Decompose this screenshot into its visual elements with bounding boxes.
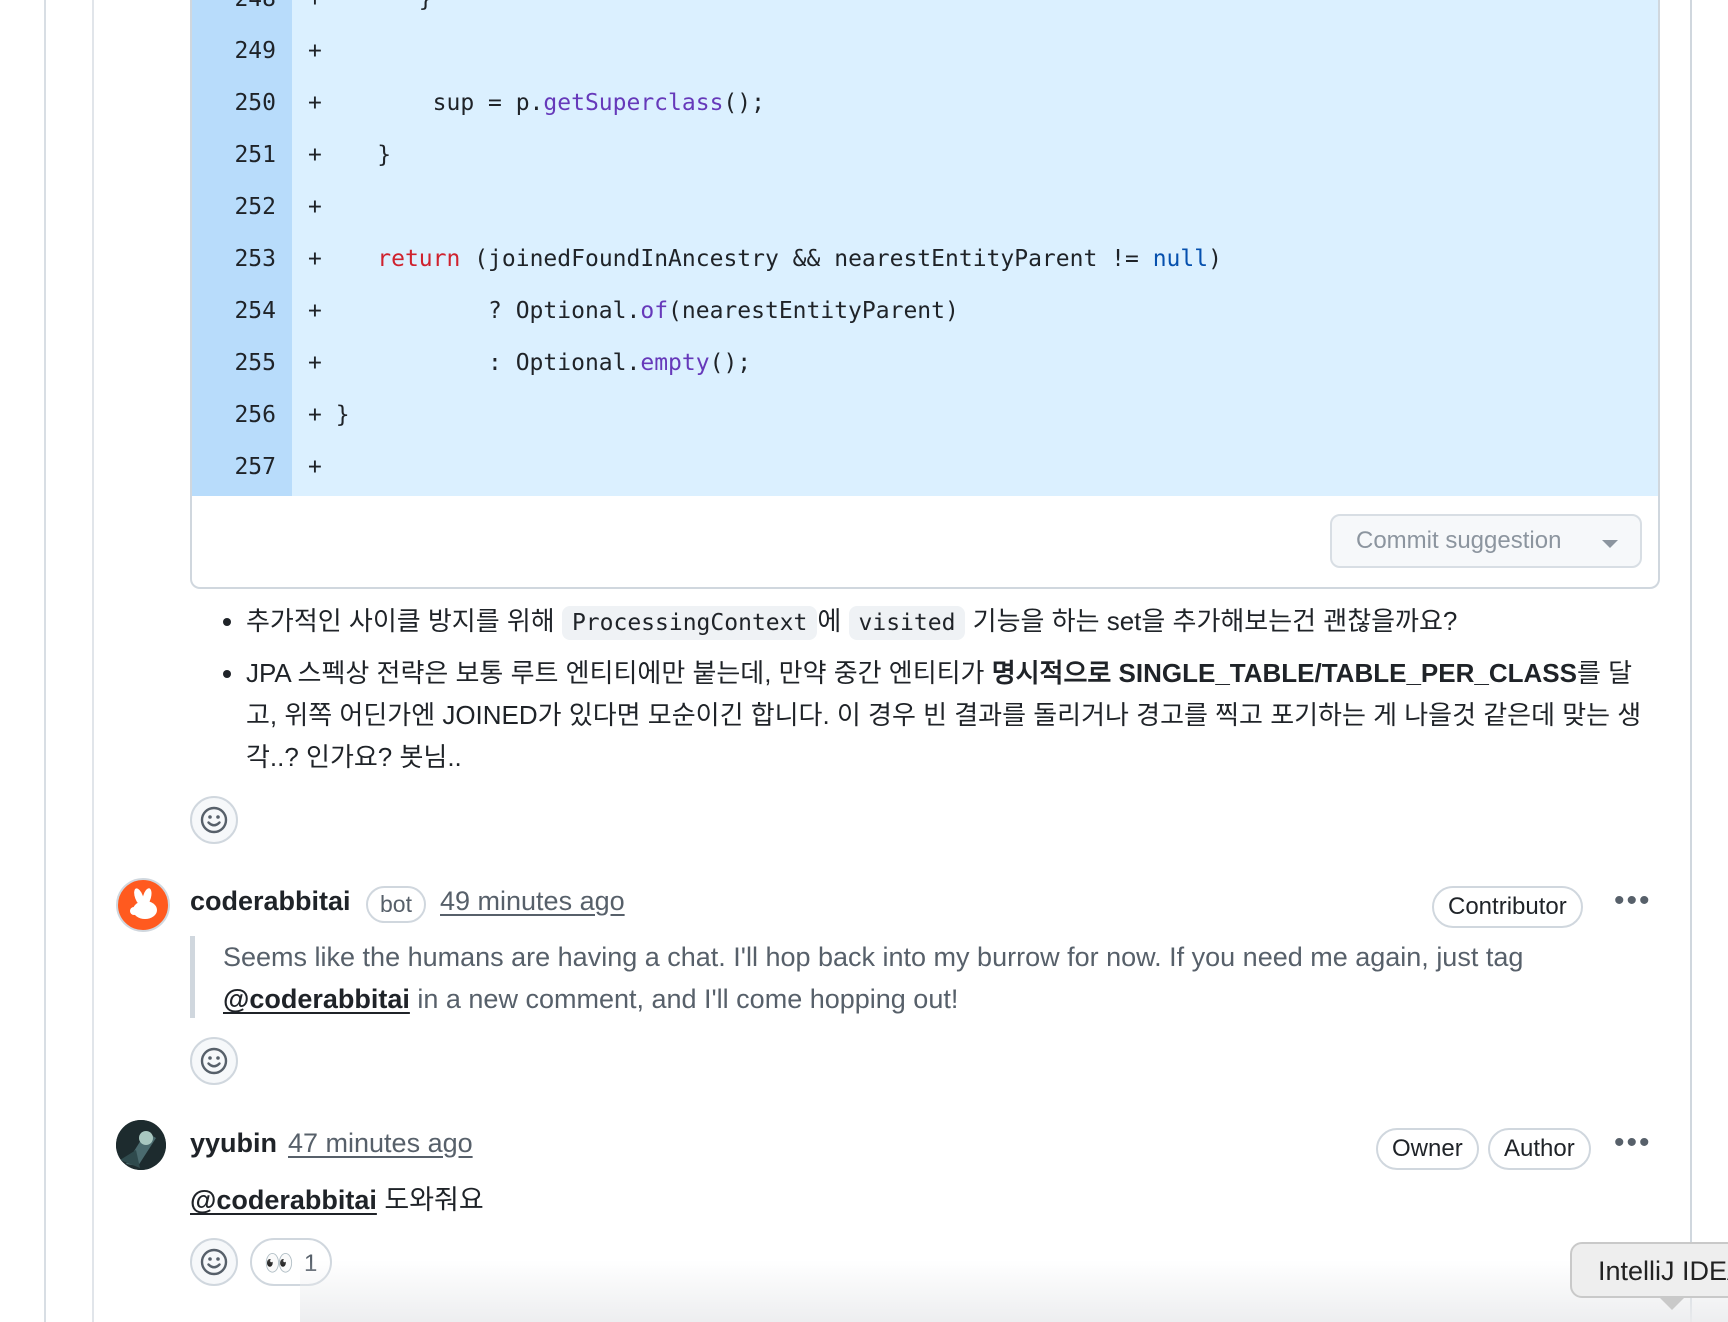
triangle-down-icon[interactable] [1602, 540, 1618, 548]
bot-badge: bot [366, 886, 426, 923]
line-number: 249 [234, 38, 276, 64]
code-literal: null [1152, 246, 1209, 272]
text: 기능을 하는 set을 추가해보는건 괜찮을까요? [965, 606, 1458, 636]
avatar[interactable] [116, 1120, 166, 1170]
diff-line: 249 + [192, 26, 1658, 78]
role-badge-author: Author [1488, 1128, 1591, 1170]
smiley-icon [200, 1248, 228, 1276]
code-tail: (); [709, 350, 752, 376]
line-number: 254 [234, 298, 276, 324]
add-reaction-button[interactable] [190, 1037, 238, 1085]
line-number: 253 [234, 246, 276, 272]
timeline-rail-left [44, 0, 46, 1322]
role-badge-owner: Owner [1376, 1128, 1479, 1170]
user-mention[interactable]: @coderabbitai [223, 984, 410, 1014]
timeline-rail-right [1690, 0, 1692, 1322]
review-comment-body: 추가적인 사이클 방지를 위해 ProcessingContext에 visit… [220, 600, 1660, 786]
role-badge-contributor: Contributor [1432, 886, 1583, 928]
avatar[interactable] [116, 878, 170, 932]
list-item: 추가적인 사이클 방지를 위해 ProcessingContext에 visit… [246, 600, 1660, 644]
diff-line: 253 + return (joinedFoundInAncestry && n… [192, 234, 1658, 286]
code-tail: ) [1208, 246, 1222, 272]
line-code: + : Optional.empty(); [308, 350, 751, 376]
diff-line: 252 + [192, 182, 1658, 234]
text: JPA 스펙상 전략은 보통 루트 엔티티에만 붙는데, 만약 중간 엔티티가 [246, 658, 992, 688]
line-code: + return (joinedFoundInAncestry && neare… [308, 246, 1222, 272]
rabbit-icon [130, 888, 157, 919]
bold-text: 명시적으로 SINGLE_TABLE/TABLE_PER_CLASS [991, 658, 1577, 688]
comment-body: @coderabbitai 도와줘요 [190, 1178, 484, 1217]
text: Seems like the humans are having a chat.… [223, 942, 1524, 972]
more-options-icon[interactable]: ••• [1614, 1126, 1652, 1160]
text: 에 [817, 606, 849, 636]
comment-body: Seems like the humans are having a chat.… [190, 936, 1650, 1018]
diff-line: 254 + ? Optional.of(nearestEntityParent) [192, 286, 1658, 338]
text: 추가적인 사이클 방지를 위해 [246, 606, 562, 636]
line-number: 252 [234, 194, 276, 220]
line-number: 248 [192, 0, 276, 12]
line-number: 255 [234, 350, 276, 376]
smiley-icon [200, 806, 228, 834]
line-code: + [308, 454, 322, 480]
line-code: + ? Optional.of(nearestEntityParent) [308, 298, 959, 324]
code-mid: (joinedFoundInAncestry && nearestEntityP… [460, 246, 1153, 272]
line-number: 257 [234, 454, 276, 480]
list-item: JPA 스펙상 전략은 보통 루트 엔티티에만 붙는데, 만약 중간 엔티티가 … [246, 652, 1660, 778]
code-plain: + ? Optional. [308, 298, 641, 324]
comment-author[interactable]: yyubin [190, 1128, 277, 1159]
comment-timestamp[interactable]: 47 minutes ago [288, 1128, 473, 1159]
add-reaction-button[interactable] [190, 1238, 238, 1286]
dock-tooltip: IntelliJ IDEA [1570, 1242, 1728, 1298]
code-tail: (nearestEntityParent) [668, 298, 959, 324]
line-code: + } [308, 0, 433, 12]
code-function: getSuperclass [543, 90, 724, 116]
user-mention[interactable]: @coderabbitai [190, 1185, 377, 1215]
code-tail: (); [723, 90, 765, 116]
smiley-icon [200, 1047, 228, 1075]
diff-line: 255 + : Optional.empty(); [192, 338, 1658, 390]
text: in a new comment, and I'll come hopping … [409, 984, 959, 1014]
code-plain: + [308, 246, 378, 272]
comment-author[interactable]: coderabbitai [190, 886, 351, 917]
code-plain: + sup = p. [308, 90, 544, 116]
line-number: 250 [234, 90, 276, 116]
diff-line: 256 + } [192, 390, 1658, 442]
line-code: + sup = p.getSuperclass(); [308, 90, 765, 116]
inline-code: visited [848, 606, 966, 640]
line-code: + } [308, 142, 392, 168]
add-reaction-button[interactable] [190, 796, 238, 844]
code-keyword: return [377, 246, 461, 272]
diff-line: 251 + } [192, 130, 1658, 182]
tooltip-label: IntelliJ IDEA [1598, 1256, 1728, 1286]
line-number: 256 [234, 402, 276, 428]
commit-suggestion-label: Commit suggestion [1356, 527, 1562, 554]
code-plain: + : Optional. [308, 350, 641, 376]
text: 도와줘요 [376, 1185, 484, 1215]
commit-suggestion-button[interactable]: Commit suggestion [1330, 514, 1642, 568]
suggestion-block: 248 + } 249 + 250 + sup = p.getSuperclas… [190, 0, 1660, 589]
tooltip-tail [1660, 1298, 1684, 1310]
line-code: + [308, 38, 322, 64]
eyes-icon: 👀 [264, 1250, 294, 1277]
inline-code: ProcessingContext [561, 606, 818, 640]
diff-line: 257 + [192, 442, 1658, 494]
diff-line: 250 + sup = p.getSuperclass(); [192, 78, 1658, 130]
diff-view: 248 + } 249 + 250 + sup = p.getSuperclas… [192, 0, 1658, 496]
line-code: + } [308, 402, 350, 428]
code-function: empty [640, 350, 710, 376]
line-number: 251 [234, 142, 276, 168]
diff-line: 248 + } [192, 0, 1658, 26]
more-options-icon[interactable]: ••• [1614, 884, 1652, 918]
user-avatar-icon [116, 1120, 166, 1170]
code-function: of [640, 298, 669, 324]
timeline-rail-inner [92, 0, 94, 1322]
line-code: + [308, 194, 322, 220]
dock-shadow [300, 1260, 1728, 1322]
comment-timestamp[interactable]: 49 minutes ago [440, 886, 625, 917]
